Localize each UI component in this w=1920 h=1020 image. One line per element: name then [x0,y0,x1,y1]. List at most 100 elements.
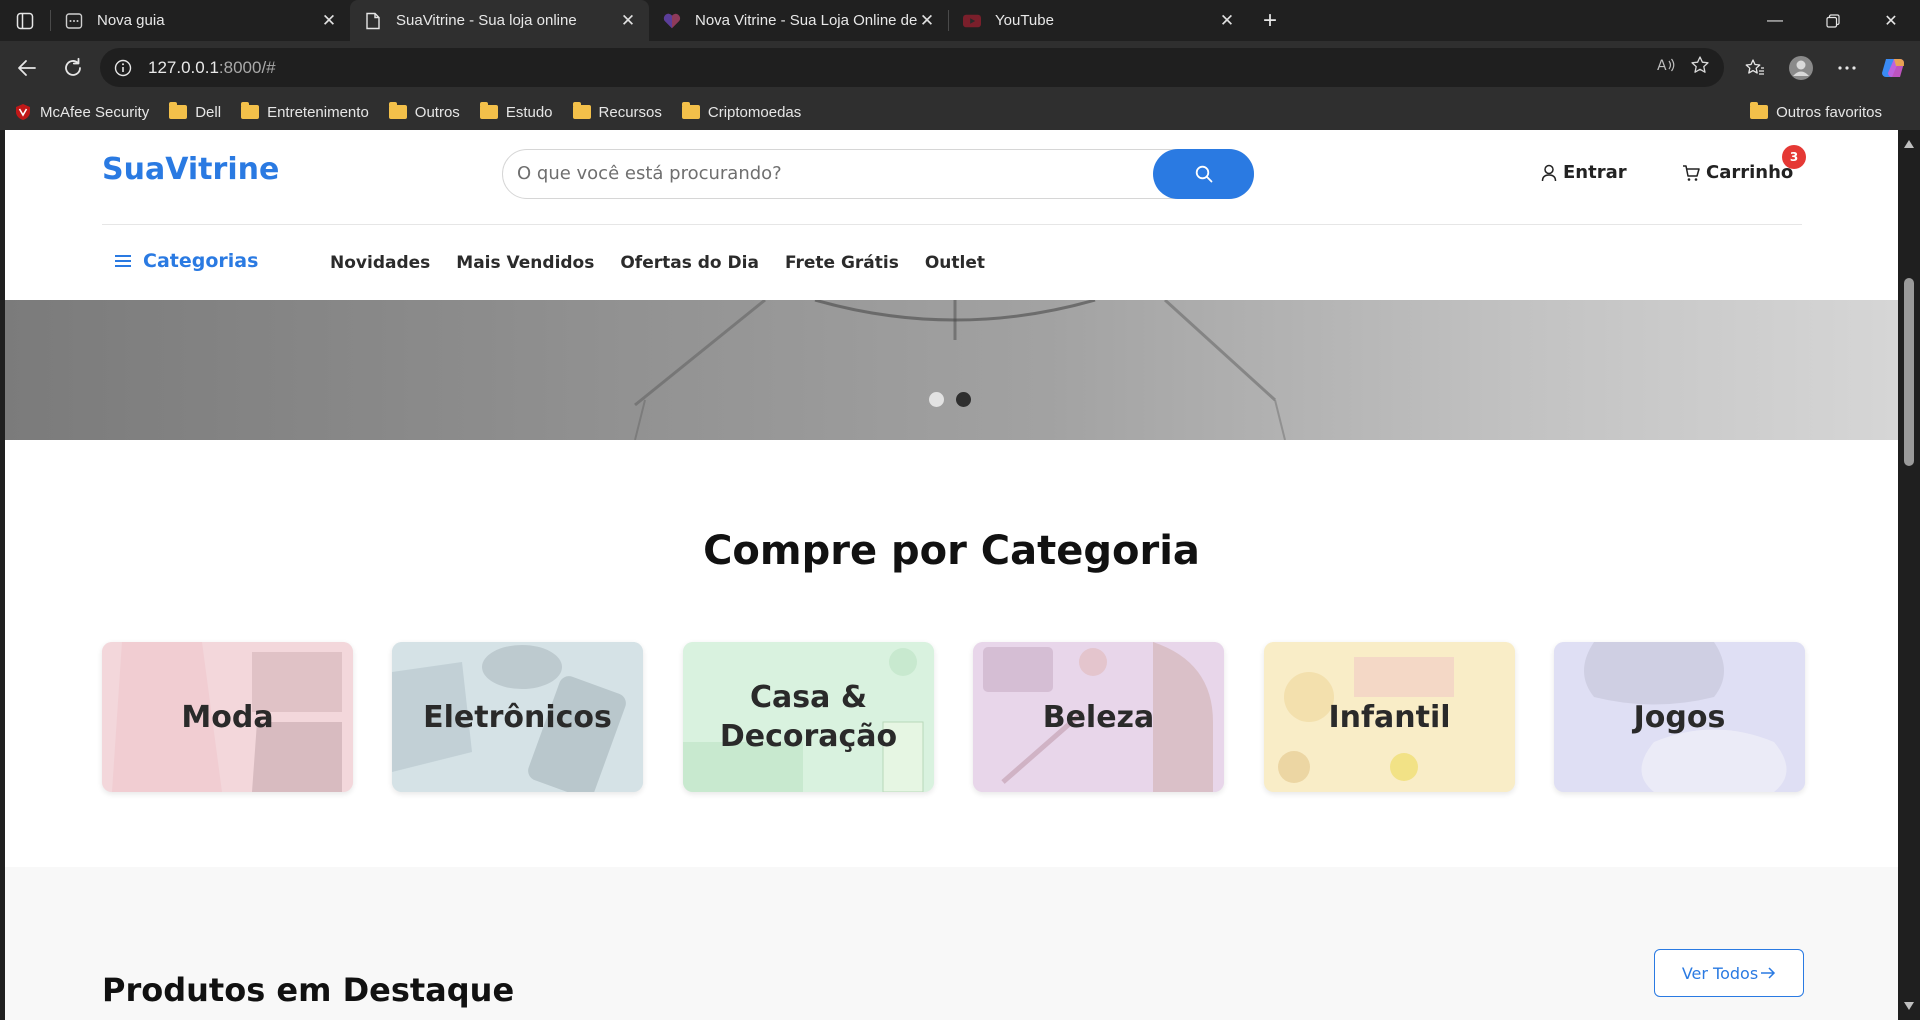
bookmark-folder-estudo[interactable]: Estudo [479,102,553,121]
favorites-icon[interactable] [1736,49,1774,87]
favorite-star-icon[interactable] [1690,55,1710,80]
address-bar-actions: A [1656,55,1724,80]
url-host: 127.0.0.1 [148,57,219,77]
close-icon[interactable]: ✕ [619,11,637,31]
close-icon[interactable]: ✕ [918,11,936,31]
tab-nova-guia[interactable]: Nova guia ✕ [51,0,350,41]
scroll-down-arrow-icon[interactable] [1904,1002,1914,1010]
url-path: :8000/# [218,57,276,77]
tab-youtube[interactable]: YouTube ✕ [949,0,1248,41]
bookmark-folder-criptomoedas[interactable]: Criptomoedas [681,102,802,121]
heart-logo-icon [663,12,681,30]
bookmark-label: Entretenimento [267,103,369,121]
read-aloud-icon[interactable]: A [1656,55,1676,80]
tab-suavitrine[interactable]: SuaVitrine - Sua loja online ✕ [350,0,649,41]
scrollbar-thumb[interactable] [1904,278,1914,466]
profile-avatar-icon[interactable] [1782,49,1820,87]
category-card-jogos[interactable]: Jogos [1554,642,1805,792]
folder-icon [479,102,498,119]
cart-link[interactable]: Carrinho [1682,162,1793,183]
close-icon[interactable]: ✕ [1218,11,1236,31]
bookmark-label: Outros favoritos [1776,103,1882,121]
bookmark-label: Estudo [505,103,553,121]
categories-menu-button[interactable]: Categorias [115,250,258,272]
bookmark-label: Dell [195,103,222,121]
bookmark-label: Outros [414,103,460,121]
page-icon [364,12,382,30]
hero-banner[interactable] [5,300,1898,440]
folder-icon [681,102,700,119]
bookmark-folder-outros[interactable]: Outros [388,102,460,121]
back-arrow-icon[interactable] [8,49,46,87]
category-card-beleza[interactable]: Beleza [973,642,1224,792]
restore-icon[interactable] [1804,0,1862,41]
arrow-right-icon [1761,967,1776,979]
category-card-casa-decoracao[interactable]: Casa & Decoração [683,642,934,792]
carousel-dot-2-active[interactable] [956,392,971,407]
folder-icon [388,102,407,119]
tab-nova-vitrine[interactable]: Nova Vitrine - Sua Loja Online de ✕ [649,0,948,41]
bookmark-folder-entretenimento[interactable]: Entretenimento [241,102,369,121]
reload-icon[interactable] [54,49,92,87]
bookmark-mcafee[interactable]: McAfee Security [14,103,149,121]
close-icon[interactable]: ✕ [320,11,338,31]
nav-mais-vendidos[interactable]: Mais Vendidos [456,253,594,273]
shop-by-category-title: Compre por Categoria [703,528,1200,574]
tab-title: YouTube [995,12,1054,29]
category-label: Beleza [1042,699,1155,735]
login-label: Entrar [1563,162,1627,183]
category-label: Infantil [1328,699,1451,735]
see-all-button[interactable]: Ver Todos [1654,949,1804,997]
folder-icon [1750,102,1769,119]
site-header: SuaVitrine Entrar Carrinho 3 Categorias … [5,130,1898,300]
mcafee-shield-icon [16,104,30,120]
copilot-icon[interactable] [1874,49,1912,87]
tab-title: Nova Vitrine - Sua Loja Online de [695,12,918,29]
nav-ofertas-do-dia[interactable]: Ofertas do Dia [620,253,759,273]
category-label: Moda [181,699,274,735]
bookmark-folder-dell[interactable]: Dell [169,102,222,121]
bookmark-folder-other-favorites[interactable]: Outros favoritos [1750,94,1882,130]
new-tab-page-icon [65,12,83,30]
nav-outlet[interactable]: Outlet [925,253,985,273]
nav-frete-gratis[interactable]: Frete Grátis [785,253,899,273]
search-bar [502,148,1254,199]
cart-count-badge: 3 [1782,145,1806,169]
bookmark-label: McAfee Security [40,103,150,121]
category-card-eletronicos[interactable]: Eletrônicos [392,642,643,792]
tab-title: SuaVitrine - Sua loja online [396,12,577,29]
carousel-dot-1[interactable] [929,392,944,407]
page-scrollbar[interactable] [1898,130,1920,1020]
search-input[interactable] [517,150,1117,197]
search-icon [1195,165,1212,182]
bookmarks-bar: McAfee Security Dell Entretenimento Outr… [0,94,1920,130]
new-tab-button[interactable]: + [1248,0,1292,41]
see-all-label: Ver Todos [1681,963,1759,983]
hero-image [634,300,1286,440]
featured-title: Produtos em Destaque [102,971,515,1009]
minimize-icon[interactable]: — [1746,0,1804,41]
folder-icon [572,102,591,119]
category-card-moda[interactable]: Moda [102,642,353,792]
close-window-icon[interactable]: ✕ [1862,0,1920,41]
site-info-icon[interactable] [112,57,134,79]
address-bar[interactable]: 127.0.0.1:8000/# A [100,48,1724,87]
featured-products-section: Produtos em Destaque Ver Todos [5,867,1898,1020]
category-card-infantil[interactable]: Infantil [1264,642,1515,792]
folder-icon [241,102,260,119]
tab-actions-icon[interactable] [0,0,50,41]
scroll-up-arrow-icon[interactable] [1904,140,1914,148]
bookmark-label: Criptomoedas [707,103,802,121]
nav-novidades[interactable]: Novidades [330,253,430,273]
svg-text:A: A [1657,58,1667,74]
login-link[interactable]: Entrar [1541,162,1627,183]
site-logo[interactable]: SuaVitrine [102,152,279,187]
folder-icon [169,102,188,119]
cart-icon [1683,164,1700,181]
more-options-icon[interactable] [1828,49,1866,87]
bookmark-folder-recursos[interactable]: Recursos [572,102,662,121]
window-controls: — ✕ [1746,0,1920,41]
categories-label: Categorias [143,250,259,272]
search-button[interactable] [1153,148,1254,199]
header-divider [102,224,1802,225]
